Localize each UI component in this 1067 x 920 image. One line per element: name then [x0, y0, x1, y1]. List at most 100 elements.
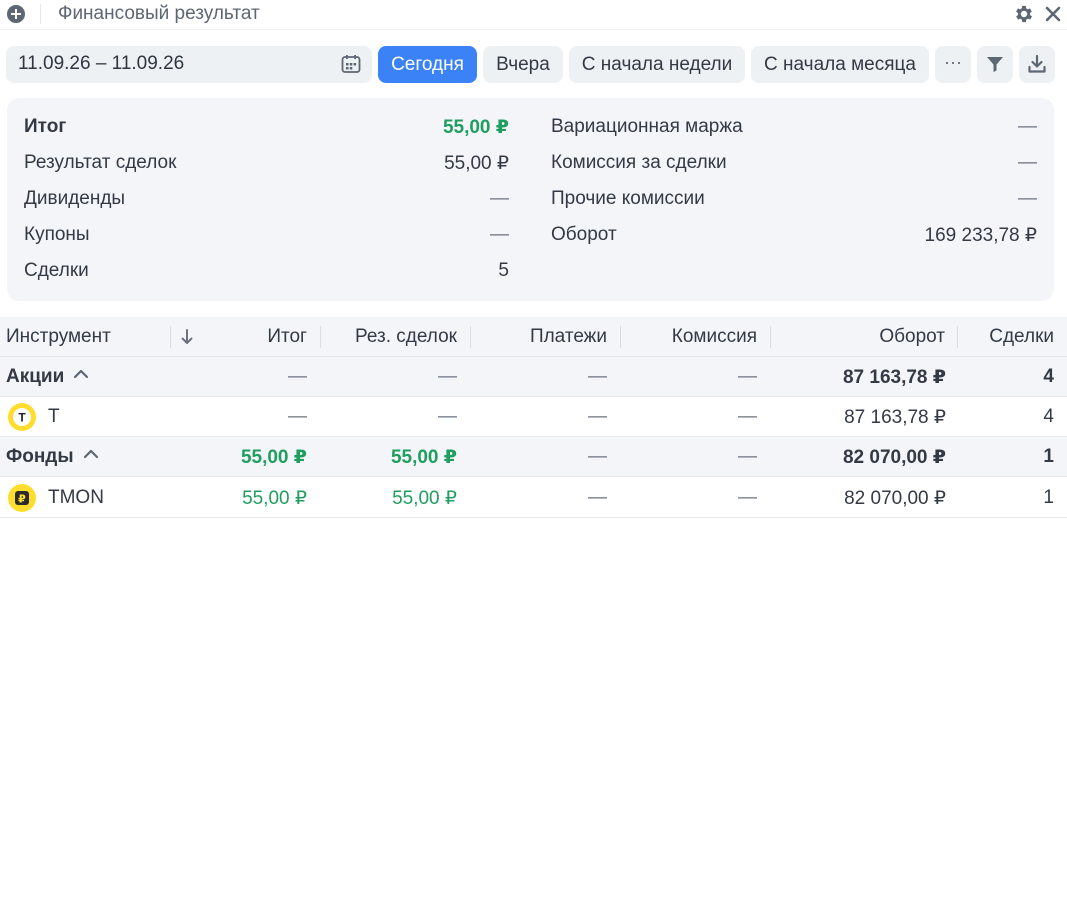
summary-row-dividends: Дивиденды — — [24, 188, 509, 214]
tinkoff-logo-icon: T — [8, 403, 36, 431]
cell-deals: 4 — [1043, 366, 1054, 387]
preset-yesterday-button[interactable]: Вчера — [483, 46, 563, 83]
cell-deals: 4 — [1043, 406, 1054, 427]
table-group-row-stocks[interactable]: Акции — — — — 87 163,78 ₽ 4 — [0, 357, 1067, 397]
column-divider — [770, 326, 771, 348]
cell-payments: — — [588, 487, 607, 508]
cell-commission: — — [738, 446, 757, 467]
close-icon[interactable] — [1042, 3, 1064, 25]
cell-total: 55,00 ₽ — [240, 447, 307, 468]
column-header-turnover[interactable]: Оборот — [879, 326, 945, 348]
cell-turnover: 82 070,00 ₽ — [844, 488, 946, 509]
column-divider — [170, 326, 171, 348]
summary-row-trade-result: Результат сделок 55,00 ₽ — [24, 152, 509, 178]
summary-row-other-commission: Прочие комиссии — — [551, 188, 1037, 214]
cell-total: 55,00 ₽ — [242, 488, 307, 509]
summary-label: Оборот — [551, 224, 617, 245]
window-header: Финансовый результат — [0, 0, 1067, 30]
summary-label: Результат сделок — [24, 152, 177, 173]
summary-row-total: Итог 55,00 ₽ — [24, 116, 509, 142]
summary-row-variation-margin: Вариационная маржа — — [551, 116, 1037, 142]
arrow-down-icon[interactable] — [178, 327, 196, 347]
cell-commission: — — [738, 406, 757, 427]
instrument-name: T — [48, 406, 60, 427]
column-divider — [620, 326, 621, 348]
column-divider — [470, 326, 471, 348]
summary-label: Комиссия за сделки — [551, 152, 727, 173]
preset-today-button[interactable]: Сегодня — [378, 46, 477, 83]
summary-row-deals: Сделки 5 — [24, 260, 509, 286]
column-header-deals[interactable]: Сделки — [989, 326, 1054, 348]
cell-commission: — — [738, 487, 757, 508]
column-header-instrument[interactable]: Инструмент — [6, 326, 111, 348]
chevron-up-icon[interactable] — [72, 367, 90, 381]
summary-value: 55,00 ₽ — [444, 153, 509, 174]
cell-turnover: 87 163,78 ₽ — [842, 367, 946, 388]
cell-payments: — — [588, 366, 607, 387]
summary-label: Итог — [24, 116, 67, 137]
cell-commission: — — [738, 366, 757, 387]
column-header-total[interactable]: Итог — [267, 326, 307, 348]
cell-trade-result: 55,00 ₽ — [392, 488, 457, 509]
summary-value: 5 — [498, 260, 509, 281]
summary-label: Прочие комиссии — [551, 188, 705, 209]
summary-panel: Итог 55,00 ₽ Результат сделок 55,00 ₽ Ди… — [7, 98, 1054, 301]
cell-turnover: 87 163,78 ₽ — [844, 407, 946, 428]
summary-value: — — [1018, 116, 1037, 137]
filter-icon — [987, 57, 1003, 72]
period-toolbar: 11.09.26 – 11.09.26 Сегодня Вчера С нача… — [0, 46, 1067, 84]
plus-circle-icon[interactable] — [6, 4, 26, 24]
download-icon — [1028, 54, 1046, 73]
header-divider — [40, 4, 41, 24]
cell-deals: 1 — [1043, 446, 1054, 467]
fund-logo-icon: ₽ — [8, 484, 36, 512]
cell-trade-result: — — [438, 366, 457, 387]
summary-value: — — [490, 224, 509, 245]
summary-value: — — [1018, 152, 1037, 173]
table-row-t[interactable]: T T — — — — 87 163,78 ₽ 4 — [0, 397, 1067, 437]
cell-trade-result: 55,00 ₽ — [390, 447, 457, 468]
column-header-payments[interactable]: Платежи — [530, 326, 607, 348]
summary-value: 55,00 ₽ — [442, 117, 509, 138]
download-button[interactable] — [1019, 46, 1055, 83]
preset-week-button[interactable]: С начала недели — [569, 46, 745, 83]
summary-value: 169 233,78 ₽ — [924, 225, 1037, 246]
svg-text:₽: ₽ — [18, 493, 26, 506]
svg-text:T: T — [18, 411, 26, 425]
summary-label: Дивиденды — [24, 188, 126, 209]
summary-row-trade-commission: Комиссия за сделки — — [551, 152, 1037, 178]
summary-row-turnover: Оборот 169 233,78 ₽ — [551, 224, 1037, 250]
window-title: Финансовый результат — [58, 3, 260, 24]
filter-button[interactable] — [977, 46, 1013, 83]
table-group-row-funds[interactable]: Фонды 55,00 ₽ 55,00 ₽ — — 82 070,00 ₽ 1 — [0, 437, 1067, 477]
group-name[interactable]: Акции — [6, 366, 90, 388]
more-button[interactable]: ··· — [935, 46, 971, 83]
cell-payments: — — [588, 406, 607, 427]
summary-row-coupons: Купоны — — [24, 224, 509, 250]
cell-turnover: 82 070,00 ₽ — [842, 447, 946, 468]
group-name[interactable]: Фонды — [6, 446, 100, 468]
chevron-up-icon[interactable] — [82, 447, 100, 461]
cell-trade-result: — — [438, 406, 457, 427]
cell-total: — — [288, 406, 307, 427]
date-range-value: 11.09.26 – 11.09.26 — [18, 53, 185, 74]
summary-label: Вариационная маржа — [551, 116, 743, 137]
summary-value: — — [1018, 188, 1037, 209]
date-range-field[interactable]: 11.09.26 – 11.09.26 — [6, 46, 372, 83]
calendar-icon[interactable] — [340, 53, 362, 75]
cell-total: — — [288, 366, 307, 387]
column-divider — [320, 326, 321, 348]
instrument-name: TMON — [48, 487, 104, 508]
column-header-commission[interactable]: Комиссия — [672, 326, 757, 348]
cell-deals: 1 — [1043, 487, 1054, 508]
summary-value: — — [490, 188, 509, 209]
table-header: Инструмент Итог Рез. сделок Платежи Коми… — [0, 317, 1067, 357]
cell-payments: — — [588, 446, 607, 467]
table-row-tmon[interactable]: ₽ TMON 55,00 ₽ 55,00 ₽ — — 82 070,00 ₽ 1 — [0, 478, 1067, 518]
summary-label: Сделки — [24, 260, 89, 281]
column-divider — [957, 326, 958, 348]
summary-label: Купоны — [24, 224, 90, 245]
preset-month-button[interactable]: С начала месяца — [751, 46, 929, 83]
column-header-trade-result[interactable]: Рез. сделок — [355, 326, 457, 348]
gear-icon[interactable] — [1013, 3, 1035, 25]
